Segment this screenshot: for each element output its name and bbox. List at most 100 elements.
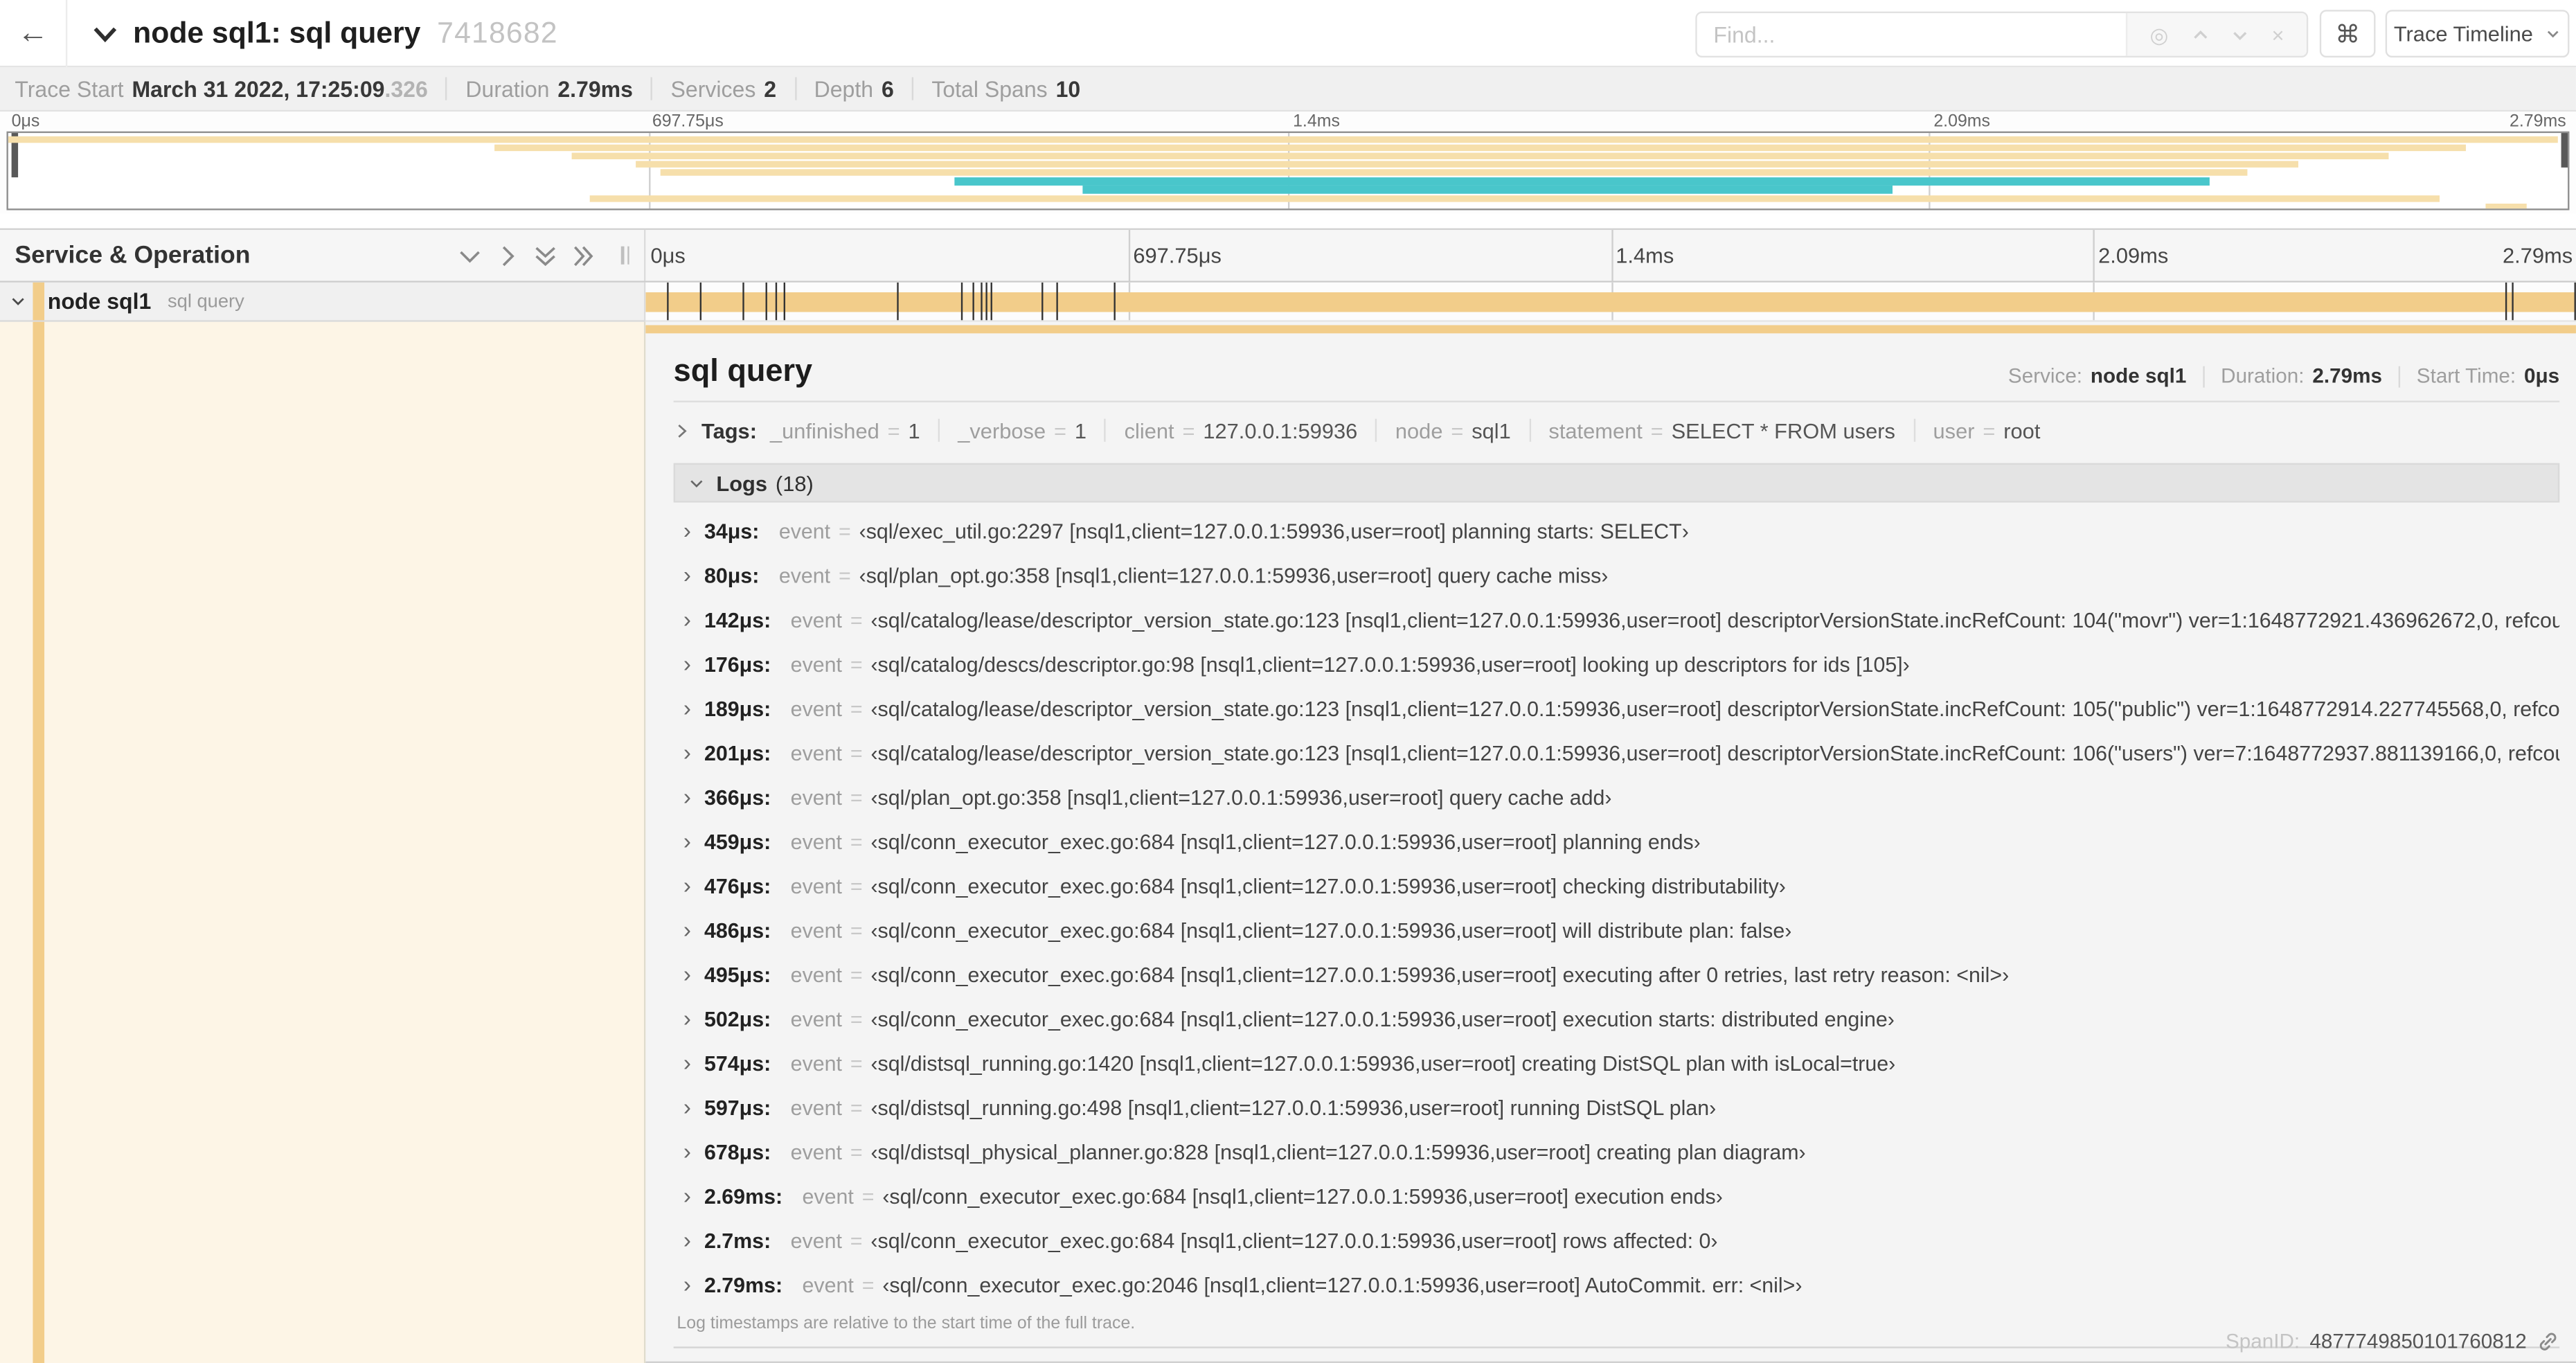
chevron-right-icon: ›: [683, 916, 692, 943]
log-tick: [699, 282, 701, 321]
log-equals: =: [838, 563, 851, 588]
tag-value: 127.0.0.1:59936: [1203, 418, 1358, 443]
span-detail-section: sql query Service: node sql1 Duration: 2.79…: [0, 321, 2576, 1363]
log-field-value: ‹sql/conn_executor_exec.go:684 [nsql1,cl…: [870, 829, 1701, 854]
span-duration-bar[interactable]: [645, 292, 2576, 312]
stat-label: Total Spans: [931, 76, 1048, 101]
log-tick: [991, 282, 993, 321]
log-entry[interactable]: › 678μs: event = ‹sql/distsql_physical_plann…: [674, 1130, 2560, 1174]
log-tick: [973, 282, 975, 321]
log-equals: =: [850, 696, 863, 721]
find-input[interactable]: [1697, 12, 2126, 56]
column-resizer-handle[interactable]: [620, 246, 629, 265]
meta-value: 2.79ms: [2312, 364, 2382, 388]
log-equals: =: [850, 918, 863, 943]
log-entry[interactable]: › 2.79ms: event = ‹sql/conn_executor_exec.go…: [674, 1263, 2560, 1307]
stat-value: 10: [1055, 76, 1081, 101]
minimap-canvas[interactable]: [6, 131, 2570, 211]
logs-accordion: Logs (18) › 34μs: event = ‹sql/exec_util.go:…: [673, 463, 2560, 1348]
log-timestamp: 201μs:: [704, 740, 771, 765]
collapse-one-chevron-down-icon[interactable]: [458, 244, 481, 267]
link-icon[interactable]: [2537, 1330, 2559, 1353]
log-tick: [742, 282, 744, 321]
tag-key: statement: [1548, 418, 1643, 443]
log-tick: [1057, 282, 1059, 321]
log-entry[interactable]: › 176μs: event = ‹sql/catalog/descs/descript…: [674, 642, 2560, 686]
chevron-right-icon: ›: [683, 517, 692, 544]
log-field-value: ‹sql/conn_executor_exec.go:684 [nsql1,cl…: [870, 873, 1786, 898]
minimap-right-drag-handle[interactable]: [2561, 133, 2568, 168]
axis-label: 1.4ms: [1616, 242, 1674, 268]
meta-value: 0μs: [2524, 364, 2560, 388]
log-timestamp: 176μs:: [704, 652, 771, 677]
span-collapse-chevron-down-icon[interactable]: [10, 294, 26, 308]
tag-value: 1: [908, 418, 920, 443]
logs-header[interactable]: Logs (18): [673, 463, 2560, 503]
trace-view-dropdown[interactable]: Trace Timeline: [2385, 10, 2570, 57]
tag-pill: node = sql1: [1395, 418, 1511, 443]
log-entry[interactable]: › 189μs: event = ‹sql/catalog/lease/descript…: [674, 686, 2559, 731]
log-entry[interactable]: › 34μs: event = ‹sql/exec_util.go:2297 [nsql…: [674, 509, 2560, 553]
log-entry[interactable]: › 80μs: event = ‹sql/plan_opt.go:358 [nsql1,…: [674, 553, 2560, 598]
minimap-span-bar: [8, 135, 2558, 143]
log-field-value: ‹sql/distsql_running.go:498 [nsql1,clien…: [870, 1095, 1717, 1121]
log-equals: =: [850, 1095, 863, 1121]
log-equals: =: [850, 829, 863, 854]
keyboard-shortcuts-button[interactable]: ⌘: [2319, 10, 2376, 57]
log-field-key: event: [790, 1006, 842, 1032]
tag-key: _verbose: [958, 418, 1046, 443]
expand-all-double-chevron-right-icon[interactable]: [572, 244, 595, 267]
log-entry[interactable]: › 486μs: event = ‹sql/conn_executor_exec.go:…: [674, 908, 2560, 952]
clear-find-close-icon[interactable]: ×: [2272, 24, 2284, 45]
log-equals: =: [850, 652, 863, 677]
log-entry[interactable]: › 366μs: event = ‹sql/plan_opt.go:358 [nsql1…: [674, 775, 2560, 819]
log-equals: =: [850, 1051, 863, 1076]
divider: [1913, 418, 1915, 442]
prev-result-chevron-up-icon[interactable]: [2191, 26, 2209, 44]
log-entry[interactable]: › 459μs: event = ‹sql/conn_executor_exec.go:…: [674, 819, 2560, 864]
span-mini-bar: [645, 325, 2576, 334]
back-button[interactable]: ←: [0, 0, 68, 68]
log-timestamp: 502μs:: [704, 1006, 771, 1032]
log-timestamp: 189μs:: [704, 696, 771, 721]
log-entry[interactable]: › 495μs: event = ‹sql/conn_executor_exec.go:…: [674, 952, 2560, 997]
span-row-name-cell[interactable]: node sql1 sql query: [0, 282, 646, 322]
tag-equals: =: [1182, 418, 1195, 443]
minimap-axis: 0μs 697.75μs 1.4ms 2.09ms 2.79ms: [6, 112, 2569, 131]
span-detail-panel: sql query Service: node sql1 Duration: 2.79…: [645, 321, 2576, 1363]
log-field-value: ‹sql/plan_opt.go:358 [nsql1,client=127.0…: [859, 563, 1609, 588]
log-entry[interactable]: › 2.69ms: event = ‹sql/conn_executor_exec.go…: [674, 1174, 2560, 1218]
log-equals: =: [861, 1272, 875, 1298]
collapse-all-double-chevron-down-icon[interactable]: [534, 244, 557, 267]
divider: [2398, 365, 2401, 387]
stat-value: March 31 2022, 17:25:09: [132, 76, 385, 101]
log-entry[interactable]: › 201μs: event = ‹sql/catalog/lease/descript…: [674, 731, 2559, 775]
chevron-right-icon: ›: [683, 1182, 692, 1209]
collapse-trace-chevron-down-icon[interactable]: [92, 22, 118, 45]
trace-stat: Services 2: [671, 76, 777, 101]
find-controls: ◎ ×: [2125, 12, 2307, 56]
span-row-timeline[interactable]: [645, 282, 2576, 322]
detail-left-gutter: [0, 321, 646, 1363]
tags-accordion[interactable]: Tags: _unfinished = 1 _verbose = 1 client = 127.…: [674, 412, 2040, 448]
log-entry[interactable]: › 2.7ms: event = ‹sql/conn_executor_exec.go:…: [674, 1218, 2560, 1263]
log-entry[interactable]: › 142μs: event = ‹sql/catalog/lease/descript…: [674, 598, 2559, 642]
span-operation-name: sql query: [168, 291, 244, 312]
chevron-right-icon: ›: [683, 561, 692, 588]
tag-pill: client = 127.0.0.1:59936: [1125, 418, 1358, 443]
span-id-value: 4877749850101760812: [2309, 1330, 2527, 1353]
expand-one-chevron-right-icon[interactable]: [496, 244, 519, 267]
log-entry[interactable]: › 597μs: event = ‹sql/distsql_running.go:498…: [674, 1085, 2560, 1130]
next-result-chevron-down-icon[interactable]: [2231, 26, 2249, 44]
minimap-span-bar: [661, 169, 2248, 177]
locate-icon[interactable]: ◎: [2150, 24, 2169, 45]
log-entry[interactable]: › 502μs: event = ‹sql/conn_executor_exec.go:…: [674, 997, 2560, 1041]
log-entry[interactable]: › 574μs: event = ‹sql/distsql_running.go:142…: [674, 1041, 2560, 1085]
log-entry[interactable]: › 476μs: event = ‹sql/conn_executor_exec.go:…: [674, 864, 2560, 908]
log-field-key: event: [778, 519, 831, 544]
log-tick: [986, 282, 988, 321]
log-field-key: event: [790, 873, 842, 898]
stat-value: 6: [881, 76, 894, 101]
axis-label: 697.75μs: [1133, 242, 1222, 268]
detail-divider: [673, 400, 2560, 402]
